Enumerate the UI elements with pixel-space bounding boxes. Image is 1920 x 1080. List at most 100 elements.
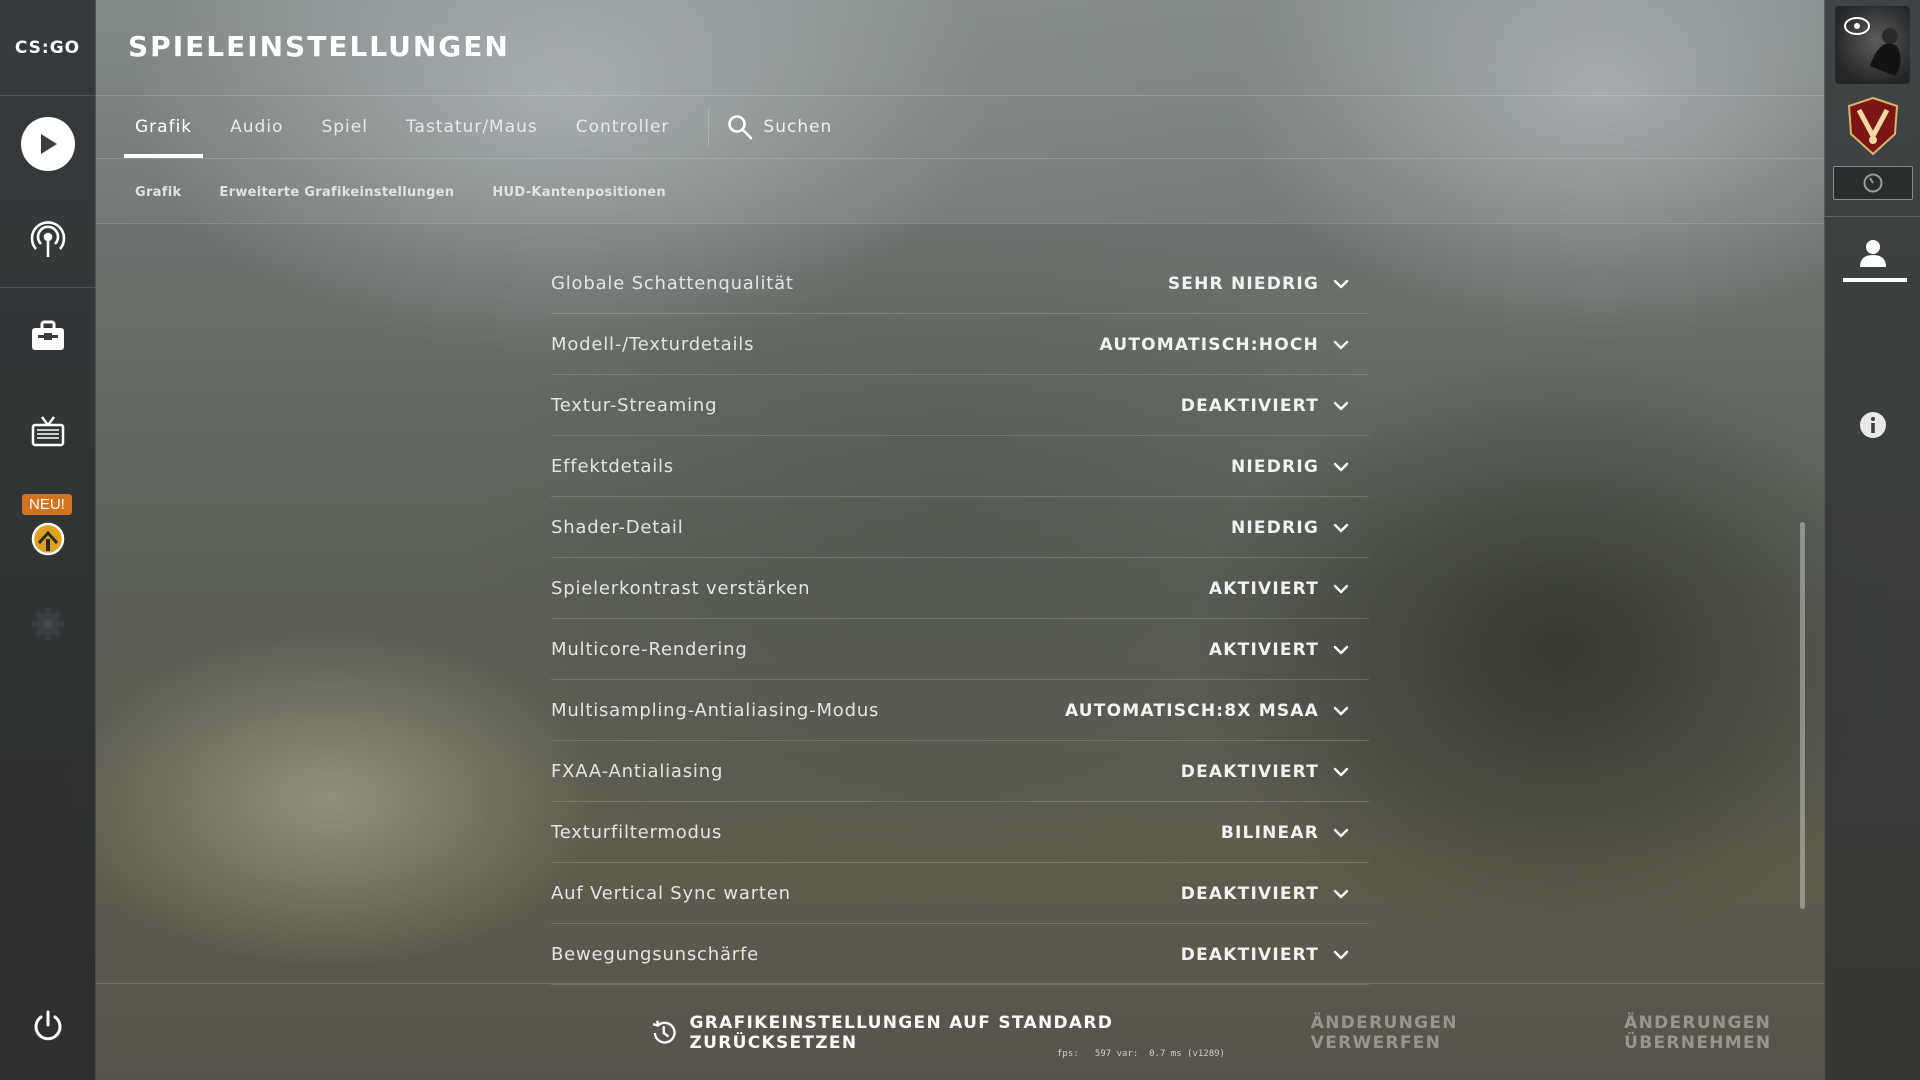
search-label: Suchen	[763, 117, 833, 137]
chevron-down-icon	[1333, 462, 1349, 471]
setting-row: Effektdetails NIEDRIG	[551, 437, 1369, 497]
settings-button[interactable]	[0, 584, 95, 664]
subtab-grafik[interactable]: Grafik	[120, 185, 196, 200]
settings-gear-icon	[31, 608, 64, 640]
setting-dropdown[interactable]: NIEDRIG	[1231, 518, 1369, 538]
setting-value: AUTOMATISCH:8X MSAA	[1064, 700, 1319, 721]
setting-value: AKTIVIERT	[1208, 639, 1319, 660]
setting-row: Globale Schattenqualität SEHR NIEDRIG	[551, 254, 1369, 314]
setting-dropdown[interactable]: DEAKTIVIERT	[1181, 762, 1369, 782]
setting-dropdown[interactable]: SEHR NIEDRIG	[1168, 274, 1369, 294]
avatar[interactable]	[1835, 6, 1910, 84]
setting-row: Bewegungsunschärfe DEAKTIVIERT	[551, 925, 1369, 985]
setting-dropdown[interactable]: AKTIVIERT	[1209, 579, 1369, 599]
power-button[interactable]	[0, 986, 95, 1066]
fps-counter: fps: 597 var: 0.7 ms (v1289)	[1057, 1049, 1225, 1059]
setting-row: Modell-/Texturdetails AUTOMATISCH:HOCH	[551, 315, 1369, 375]
chevron-down-icon	[1333, 279, 1349, 288]
rank-emblem[interactable]	[1845, 96, 1901, 156]
inventory-button[interactable]	[0, 296, 95, 376]
setting-label: Textur-Streaming	[551, 395, 718, 416]
tab-grafik[interactable]: Grafik	[116, 96, 211, 158]
setting-row: Shader-Detail NIEDRIG	[551, 498, 1369, 558]
setting-value: DEAKTIVIERT	[1180, 761, 1319, 782]
setting-dropdown[interactable]: DEAKTIVIERT	[1181, 945, 1369, 965]
chevron-down-icon	[1333, 767, 1349, 776]
chevron-down-icon	[1333, 584, 1349, 593]
right-sidebar-divider	[1825, 216, 1920, 217]
operation-icon	[31, 522, 64, 556]
tab-tastatur-maus[interactable]: Tastatur/Maus	[387, 96, 557, 158]
setting-value: DEAKTIVIERT	[1180, 944, 1319, 965]
tab-label: Tastatur/Maus	[405, 117, 538, 137]
left-sidebar: CS:GO NEU!	[0, 0, 96, 1080]
user-icon	[1859, 240, 1886, 267]
setting-dropdown[interactable]: DEAKTIVIERT	[1181, 396, 1369, 416]
scrollbar[interactable]	[1800, 522, 1805, 909]
discard-changes-button[interactable]: ÄNDERUNGEN VERWERFEN	[1311, 1013, 1590, 1053]
reset-defaults-button[interactable]: GRAFIKEINSTELLUNGEN AUF STANDARD ZURÜCKS…	[650, 1013, 1277, 1053]
subtab-hud-kantenpositionen[interactable]: HUD-Kantenpositionen	[477, 185, 681, 200]
history-reset-icon	[652, 1020, 676, 1044]
footer-actions: GRAFIKEINSTELLUNGEN AUF STANDARD ZURÜCKS…	[650, 1013, 1920, 1053]
tab-separator	[708, 108, 710, 146]
setting-row: Textur-Streaming DEAKTIVIERT	[551, 376, 1369, 436]
right-sidebar	[1824, 0, 1920, 1080]
sidebar-divider	[0, 287, 95, 288]
apply-changes-button[interactable]: ÄNDERUNGEN ÜBERNEHMEN	[1624, 1013, 1920, 1053]
setting-label: Multicore-Rendering	[551, 639, 748, 660]
setting-dropdown[interactable]: BILINEAR	[1221, 823, 1369, 843]
new-badge: NEU!	[22, 494, 72, 515]
tab-label: Spiel	[321, 117, 368, 137]
play-button[interactable]	[0, 104, 95, 184]
skill-group-box[interactable]	[1833, 166, 1913, 200]
setting-label: Texturfiltermodus	[551, 822, 723, 843]
setting-value: BILINEAR	[1220, 822, 1319, 843]
setting-label: Shader-Detail	[551, 517, 684, 538]
setting-value: NIEDRIG	[1230, 517, 1319, 538]
setting-value: AKTIVIERT	[1208, 578, 1319, 599]
setting-row: FXAA-Antialiasing DEAKTIVIERT	[551, 742, 1369, 802]
broadcast-button[interactable]	[0, 200, 95, 280]
tab-audio[interactable]: Audio	[211, 96, 302, 158]
setting-row: Texturfiltermodus BILINEAR	[551, 803, 1369, 863]
chevron-down-icon	[1333, 645, 1349, 654]
setting-dropdown[interactable]: AKTIVIERT	[1209, 640, 1369, 660]
setting-dropdown[interactable]: AUTOMATISCH:8X MSAA	[1065, 701, 1369, 721]
setting-label: Auf Vertical Sync warten	[551, 883, 791, 904]
sub-tabs: Grafik Erweiterte Grafikeinstellungen HU…	[120, 170, 681, 214]
setting-row: Spielerkontrast verstärken AKTIVIERT	[551, 559, 1369, 619]
page-title: SPIELEINSTELLUNGEN	[128, 30, 510, 63]
watch-button[interactable]	[0, 392, 95, 472]
setting-dropdown[interactable]: AUTOMATISCH:HOCH	[1100, 335, 1370, 355]
chevron-down-icon	[1333, 889, 1349, 898]
setting-label: Effektdetails	[551, 456, 674, 477]
chevron-down-icon	[1333, 706, 1349, 715]
chevron-down-icon	[1333, 828, 1349, 837]
subtabs-divider	[96, 223, 1824, 224]
setting-value: AUTOMATISCH:HOCH	[1099, 334, 1319, 355]
setting-label: Spielerkontrast verstärken	[551, 578, 811, 599]
csgo-logo[interactable]: CS:GO	[0, 0, 95, 96]
setting-dropdown[interactable]: NIEDRIG	[1231, 457, 1369, 477]
friends-button[interactable]	[1825, 222, 1920, 284]
search-icon	[728, 115, 753, 140]
info-button[interactable]	[1858, 410, 1888, 440]
setting-label: Multisampling-Antialiasing-Modus	[551, 700, 880, 721]
chevron-down-icon	[1333, 950, 1349, 959]
tab-label: Grafik	[135, 117, 193, 137]
search-button[interactable]: Suchen	[727, 114, 832, 140]
power-icon	[34, 1010, 61, 1041]
inventory-icon	[31, 320, 64, 350]
setting-dropdown[interactable]: DEAKTIVIERT	[1181, 884, 1369, 904]
tabs-divider	[96, 158, 1824, 159]
subtab-erweiterte-grafik[interactable]: Erweiterte Grafikeinstellungen	[204, 185, 469, 200]
tab-spiel[interactable]: Spiel	[302, 96, 387, 158]
chevron-down-icon	[1333, 523, 1349, 532]
info-icon	[1860, 412, 1886, 438]
tab-controller[interactable]: Controller	[557, 96, 689, 158]
footer-divider	[96, 983, 1824, 984]
setting-value: DEAKTIVIERT	[1180, 883, 1319, 904]
setting-row: Auf Vertical Sync warten DEAKTIVIERT	[551, 864, 1369, 924]
main-tabs: Grafik Audio Spiel Tastatur/Maus Control…	[116, 96, 832, 158]
